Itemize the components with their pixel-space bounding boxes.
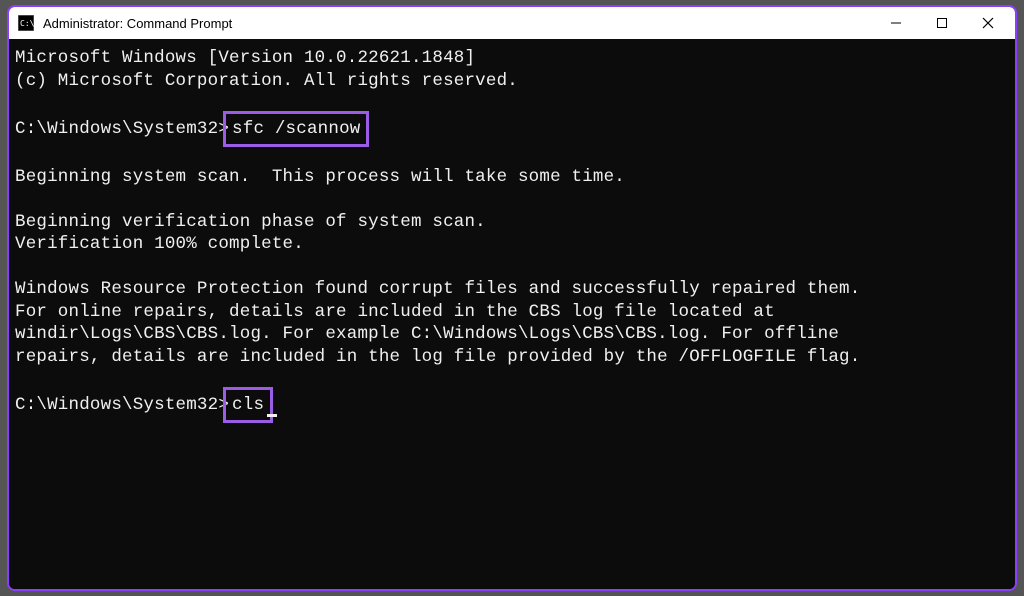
window-title: Administrator: Command Prompt: [43, 16, 873, 31]
highlight-sfc: sfc /scannow: [223, 111, 369, 148]
output-line: repairs, details are included in the log…: [15, 346, 1009, 369]
copyright-line: (c) Microsoft Corporation. All rights re…: [15, 70, 1009, 93]
prompt-line-2: C:\Windows\System32>cls: [15, 391, 1009, 420]
output-line: Beginning system scan. This process will…: [15, 166, 1009, 189]
blank-line: [15, 368, 1009, 391]
command-text: cls: [232, 395, 264, 415]
highlight-cls: cls: [223, 387, 273, 424]
minimize-button[interactable]: [873, 8, 919, 38]
output-line: Beginning verification phase of system s…: [15, 211, 1009, 234]
titlebar[interactable]: C:\ Administrator: Command Prompt: [9, 7, 1015, 39]
cmd-icon: C:\: [17, 14, 35, 32]
blank-line: [15, 256, 1009, 279]
maximize-button[interactable]: [919, 8, 965, 38]
output-line: windir\Logs\CBS\CBS.log. For example C:\…: [15, 323, 1009, 346]
blank-line: [15, 92, 1009, 115]
prompt-prefix: C:\Windows\System32>: [15, 395, 229, 415]
prompt-prefix: C:\Windows\System32>: [15, 119, 229, 139]
output-line: Windows Resource Protection found corrup…: [15, 278, 1009, 301]
output-line: Verification 100% complete.: [15, 233, 1009, 256]
blank-line: [15, 188, 1009, 211]
output-line: For online repairs, details are included…: [15, 301, 1009, 324]
blank-line: [15, 143, 1009, 166]
command-text: sfc /scannow: [232, 119, 360, 139]
command-prompt-window: C:\ Administrator: Command Prompt Micros…: [7, 5, 1017, 591]
svg-text:C:\: C:\: [20, 19, 34, 28]
prompt-line-1: C:\Windows\System32>sfc /scannow: [15, 115, 1009, 144]
window-controls: [873, 8, 1011, 38]
cursor-icon: [267, 414, 277, 417]
close-button[interactable]: [965, 8, 1011, 38]
header-line: Microsoft Windows [Version 10.0.22621.18…: [15, 47, 1009, 70]
terminal-output[interactable]: Microsoft Windows [Version 10.0.22621.18…: [9, 39, 1015, 589]
